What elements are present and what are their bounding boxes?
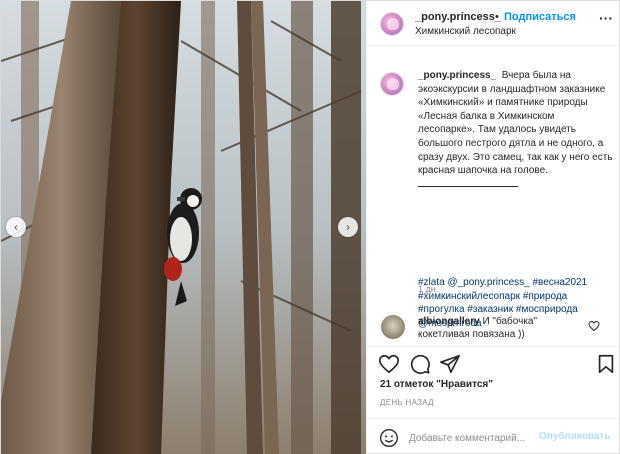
- follow-button[interactable]: Подписаться: [504, 11, 576, 23]
- comment-item: albiongallery И "бабочка" кокетливая пов…: [367, 309, 620, 345]
- post-photo[interactable]: ‹ ›: [1, 1, 366, 454]
- comment-text: albiongallery И "бабочка" кокетливая пов…: [418, 315, 588, 341]
- post-header: _pony.princess_ • Подписаться Химкинский…: [367, 1, 620, 46]
- chevron-left-icon: ‹: [14, 220, 18, 234]
- location-link[interactable]: Химкинский лесопарк: [415, 26, 516, 37]
- emoji-icon[interactable]: [379, 428, 399, 448]
- share-paper-plane-icon[interactable]: [439, 353, 461, 375]
- likes-count[interactable]: 21 отметок "Нравится": [380, 379, 493, 390]
- avatar[interactable]: [380, 12, 404, 36]
- comment-bubble-icon[interactable]: [409, 353, 431, 375]
- author-username[interactable]: _pony.princess_: [415, 11, 501, 23]
- next-photo-button[interactable]: ›: [338, 217, 358, 237]
- commenter-username[interactable]: albiongallery: [418, 316, 480, 327]
- hashtag-line[interactable]: #zlata @_pony.princess_ #весна2021: [418, 276, 614, 290]
- like-heart-icon[interactable]: [378, 353, 400, 375]
- caption-text: _pony.princess_ Вчера была на экоэкскурс…: [418, 69, 614, 191]
- caption-username[interactable]: _pony.princess_: [418, 70, 496, 81]
- instagram-post: ‹ › _pony.princess_ • Подписаться Химкин…: [0, 0, 620, 454]
- bookmark-icon[interactable]: [595, 353, 617, 375]
- action-bar: [367, 346, 620, 376]
- more-options-icon[interactable]: ···: [599, 10, 613, 26]
- separator-dot: •: [495, 11, 499, 23]
- add-comment-bar: Опубликовать: [367, 418, 620, 454]
- caption-avatar[interactable]: [380, 72, 404, 96]
- chevron-right-icon: ›: [346, 220, 350, 234]
- hashtag-line[interactable]: #химкинскийлесопарк #природа: [418, 290, 614, 304]
- publish-button[interactable]: Опубликовать: [539, 431, 610, 442]
- previous-photo-button[interactable]: ‹: [6, 217, 26, 237]
- heart-icon[interactable]: [588, 320, 600, 332]
- caption-timestamp: 1 дн.: [418, 284, 439, 294]
- woodpecker-photo-image: [1, 1, 366, 454]
- comment-input[interactable]: [409, 431, 537, 445]
- caption-divider: [418, 181, 518, 187]
- commenter-avatar[interactable]: [381, 315, 405, 339]
- caption-body: Вчера была на экоэкскурсии в ландшафтном…: [418, 70, 613, 177]
- post-sidebar: _pony.princess_ • Подписаться Химкинский…: [366, 1, 620, 454]
- post-timestamp: ДЕНЬ НАЗАД: [380, 398, 434, 407]
